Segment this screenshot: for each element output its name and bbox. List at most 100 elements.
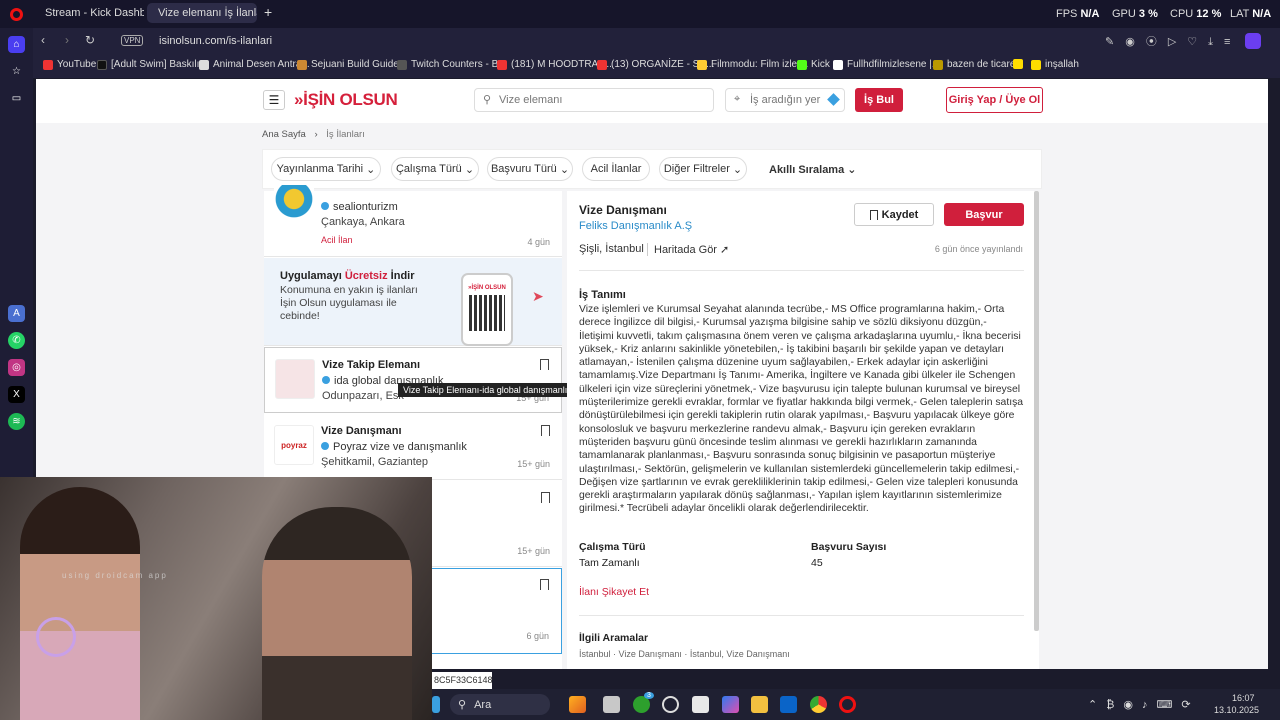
location-input[interactable]: ⌖ İş aradığın yer bbox=[725, 88, 845, 112]
posted-date: 6 gün önce yayınlandı bbox=[934, 244, 1023, 254]
related-link[interactable]: İstanbul, Vize Danışmanı bbox=[690, 649, 790, 659]
instagram-icon[interactable]: ◎ bbox=[8, 359, 25, 376]
folder-icon[interactable] bbox=[751, 696, 768, 713]
filter-other[interactable]: Diğer Filtreler ⌄ bbox=[659, 157, 747, 181]
applications-value: 45 bbox=[811, 557, 823, 569]
related-title: İlgili Aramalar bbox=[579, 632, 649, 644]
tab-isinolsun[interactable]: Vize elemanı İş İlanları & İ bbox=[147, 3, 257, 23]
profile-icon[interactable] bbox=[1245, 33, 1261, 49]
locate-icon[interactable] bbox=[827, 93, 840, 106]
bookmark-youtube[interactable]: YouTube bbox=[43, 59, 96, 70]
bookmark-insallah[interactable]: inşallah bbox=[1031, 59, 1079, 70]
bookmark-sejuani[interactable]: Sejuani Build Guide... bbox=[297, 59, 407, 70]
breadcrumb-jobs[interactable]: İş İlanları bbox=[326, 129, 365, 140]
tab-kick-dashboard[interactable]: Stream - Kick Dashboard bbox=[34, 3, 144, 23]
verified-icon bbox=[321, 202, 329, 210]
widgets-icon[interactable] bbox=[569, 696, 586, 713]
bookmark-kick[interactable]: Kick bbox=[797, 59, 830, 70]
star-icon[interactable]: ☆ bbox=[8, 63, 25, 80]
clock-date: 13.10.2025 bbox=[1214, 705, 1260, 715]
taskbar-search[interactable]: ⚲ Ara bbox=[450, 694, 550, 715]
job-title: Vize Takip Elemanı bbox=[322, 359, 421, 371]
filter-urgent[interactable]: Acil İlanlar bbox=[582, 157, 650, 181]
app-promo-banner[interactable]: Uygulamayı Ücretsiz İndir Konumuna en ya… bbox=[264, 258, 562, 346]
divider bbox=[579, 615, 1024, 616]
bookmark-hoodtrap[interactable]: (181) M HOODTRAP... bbox=[497, 59, 612, 70]
bookmark-icon[interactable] bbox=[540, 579, 549, 590]
apply-button[interactable]: Başvur bbox=[944, 203, 1024, 226]
company-logo bbox=[275, 359, 315, 399]
job-card[interactable]: poyraz Vize Danışmanı Poyraz vize ve dan… bbox=[264, 414, 562, 480]
bookmark-s[interactable]: S bbox=[1013, 59, 1023, 69]
job-date: 6 gün bbox=[526, 631, 549, 641]
report-link[interactable]: İlanı Şikayet Et bbox=[579, 586, 649, 598]
aria-icon[interactable]: A bbox=[8, 305, 25, 322]
whatsapp-icon[interactable]: ✆ bbox=[8, 332, 25, 349]
forward-icon[interactable]: › bbox=[65, 33, 69, 47]
search-button[interactable]: İş Bul bbox=[855, 88, 903, 112]
search-input[interactable]: ⚲ Vize elemanı bbox=[474, 88, 714, 112]
copilot-icon[interactable] bbox=[722, 696, 739, 713]
bookmark-twitch-counters[interactable]: Twitch Counters - B... bbox=[397, 59, 507, 70]
bookmark-icon[interactable] bbox=[541, 425, 550, 436]
job-location: Odunpazarı, Esk bbox=[322, 390, 404, 402]
bookmark-icon[interactable] bbox=[540, 359, 549, 370]
applications-label: Başvuru Sayısı bbox=[811, 541, 887, 553]
chrome-icon[interactable] bbox=[810, 696, 827, 713]
bookmark-icon bbox=[869, 209, 878, 220]
tray-icons[interactable]: ⌃₿◉♪⌨⟳ bbox=[1088, 698, 1200, 711]
wallet-icon[interactable]: ▭ bbox=[8, 90, 25, 107]
job-card[interactable]: sealionturizm Çankaya, Ankara Acil İlan … bbox=[264, 185, 562, 257]
related-link[interactable]: İstanbul bbox=[579, 649, 611, 659]
bookmark-fullhd[interactable]: Fullhdfilmizlesene |... bbox=[833, 59, 940, 70]
related-link[interactable]: Vize Danışmanı bbox=[619, 649, 682, 659]
bookmark-icon[interactable] bbox=[541, 492, 550, 503]
job-card-selected[interactable]: Vize Takip Elemanı ida global danışmanlı… bbox=[264, 347, 562, 413]
bookmark-animal-desen[interactable]: Animal Desen Antra... bbox=[199, 59, 310, 70]
home-icon[interactable]: ⌂ bbox=[8, 36, 25, 53]
reload-icon[interactable]: ↻ bbox=[85, 33, 95, 47]
detail-company[interactable]: Feliks Danışmanlık A.Ş bbox=[579, 220, 692, 232]
job-title: Vize Danışmanı bbox=[321, 425, 402, 437]
filter-publish-date[interactable]: Yayınlanma Tarihi ⌄ bbox=[271, 157, 381, 181]
headphones-icon bbox=[36, 617, 76, 657]
lat-stat: LAT N/A bbox=[1230, 8, 1272, 20]
map-link[interactable]: Haritada Gör ➚ bbox=[647, 243, 729, 256]
breadcrumb-home[interactable]: Ana Sayfa bbox=[262, 129, 306, 140]
back-icon[interactable]: ‹ bbox=[41, 33, 45, 47]
bookmark-adult-swim[interactable]: [Adult Swim] Baskılı... bbox=[97, 59, 208, 70]
new-tab-button[interactable]: + bbox=[264, 4, 272, 20]
person-left bbox=[20, 487, 140, 720]
x-icon[interactable]: X bbox=[8, 386, 25, 403]
browser-tab-bar: Stream - Kick Dashboard Vize elemanı İş … bbox=[0, 0, 1280, 28]
spotify-icon[interactable]: ≋ bbox=[8, 413, 25, 430]
save-button[interactable]: Kaydet bbox=[854, 203, 934, 226]
verified-icon bbox=[322, 376, 330, 384]
site-logo[interactable]: »İŞİN OLSUN bbox=[294, 90, 398, 110]
outlook-icon[interactable] bbox=[780, 696, 797, 713]
filter-application-type[interactable]: Başvuru Türü ⌄ bbox=[487, 157, 573, 181]
start-icon[interactable] bbox=[432, 696, 440, 713]
scrollbar[interactable] bbox=[1034, 191, 1039, 631]
vpn-badge[interactable]: VPN bbox=[121, 35, 144, 46]
store-icon[interactable] bbox=[692, 696, 709, 713]
opera-logo-icon[interactable] bbox=[10, 8, 23, 21]
job-date: 15+ gün bbox=[517, 546, 550, 556]
hamburger-menu-icon[interactable]: ☰ bbox=[263, 90, 285, 110]
notification-badge: 3 bbox=[644, 692, 654, 699]
bookmarks-bar: YouTube [Adult Swim] Baskılı... Animal D… bbox=[33, 54, 1280, 78]
tab-label: Vize elemanı İş İlanları & İ bbox=[158, 7, 257, 19]
file-icon[interactable] bbox=[603, 696, 620, 713]
steam-icon[interactable] bbox=[662, 696, 679, 713]
sort-smart[interactable]: Akıllı Sıralama ⌄ bbox=[769, 163, 857, 176]
detail-location: Şişli, İstanbul bbox=[579, 243, 644, 255]
bookmark-filmmodu[interactable]: Filmmodu: Film izle,... bbox=[697, 59, 808, 70]
bookmark-bazen[interactable]: bazen de ticaret bbox=[933, 59, 1018, 70]
url-text[interactable]: isinolsun.com/is-ilanlari bbox=[159, 35, 272, 47]
opera-taskbar-icon[interactable] bbox=[839, 696, 856, 713]
work-type-value: Tam Zamanlı bbox=[579, 557, 640, 569]
filter-work-type[interactable]: Çalışma Türü ⌄ bbox=[391, 157, 479, 181]
toolbar-icons[interactable]: ✎◉⦿▷♡⤓≡ bbox=[1105, 33, 1241, 49]
login-button[interactable]: Giriş Yap / Üye Ol bbox=[946, 87, 1043, 113]
company-name: Poyraz vize ve danışmanlık bbox=[321, 441, 467, 453]
